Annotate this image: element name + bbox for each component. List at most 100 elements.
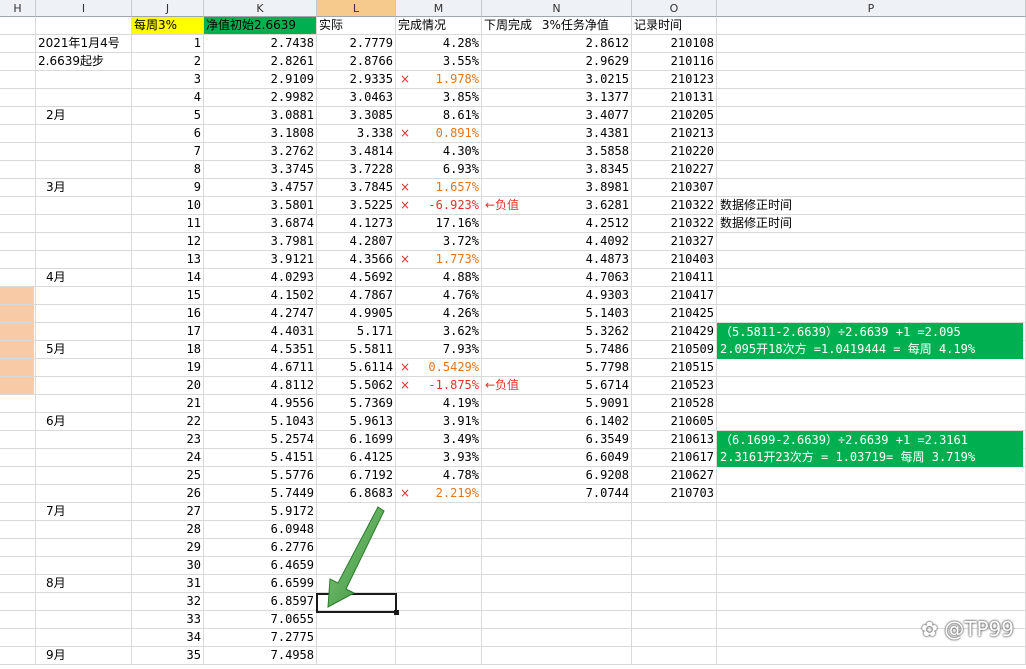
cell-k[interactable]: 5.2574 bbox=[204, 431, 317, 449]
negative-note-2[interactable]: ←负值 bbox=[485, 377, 519, 394]
cell-m[interactable]: × -6.923% bbox=[396, 197, 482, 215]
cell-l[interactable] bbox=[317, 629, 396, 647]
cell-l[interactable]: 6.1699 bbox=[317, 431, 396, 449]
cell-o[interactable]: 210205 bbox=[632, 107, 717, 125]
cell[interactable] bbox=[36, 197, 132, 215]
col-header-l[interactable]: L bbox=[317, 0, 396, 17]
cell-m[interactable]: 4.76% bbox=[396, 287, 482, 305]
cell-n[interactable] bbox=[482, 521, 632, 539]
cell-l[interactable]: 3.4814 bbox=[317, 143, 396, 161]
cell-j[interactable]: 12 bbox=[132, 233, 204, 251]
cell-k[interactable]: 2.7438 bbox=[204, 35, 317, 53]
cell-j[interactable]: 30 bbox=[132, 557, 204, 575]
cell-m[interactable]: × 1.773% bbox=[396, 251, 482, 269]
cell-n[interactable]: 3.0215 bbox=[482, 71, 632, 89]
cell-n[interactable]: 2.8612 bbox=[482, 35, 632, 53]
cell-o[interactable]: 210528 bbox=[632, 395, 717, 413]
cell-n[interactable]: 5.7798 bbox=[482, 359, 632, 377]
col-header-j[interactable]: J bbox=[132, 0, 204, 17]
cell-o[interactable]: 210227 bbox=[632, 161, 717, 179]
cell-n[interactable] bbox=[482, 539, 632, 557]
cell-o[interactable]: 210429 bbox=[632, 323, 717, 341]
cell-k[interactable]: 5.1043 bbox=[204, 413, 317, 431]
cell[interactable] bbox=[717, 143, 1026, 161]
cell[interactable] bbox=[0, 53, 36, 71]
cell-o[interactable]: 210617 bbox=[632, 449, 717, 467]
cell-m[interactable]: 4.28% bbox=[396, 35, 482, 53]
cell-n[interactable]: 5.7486 bbox=[482, 341, 632, 359]
cell-n[interactable]: 3.5858 bbox=[482, 143, 632, 161]
cell-j[interactable]: 31 bbox=[132, 575, 204, 593]
cell-l[interactable]: 4.3566 bbox=[317, 251, 396, 269]
cell-l[interactable]: 2.9335 bbox=[317, 71, 396, 89]
cell-k[interactable]: 7.2775 bbox=[204, 629, 317, 647]
cell[interactable] bbox=[717, 575, 1026, 593]
header-weekly-3pct[interactable]: 每周3% bbox=[132, 17, 204, 35]
cell-o[interactable]: 210322 bbox=[632, 197, 717, 215]
cell-m[interactable]: 17.16% bbox=[396, 215, 482, 233]
cell-o[interactable] bbox=[632, 593, 717, 611]
cell-l[interactable]: 5.7369 bbox=[317, 395, 396, 413]
cell-j[interactable]: 24 bbox=[132, 449, 204, 467]
header-initial-nav[interactable]: 净值初始2.6639 bbox=[204, 17, 317, 35]
cell[interactable] bbox=[717, 593, 1026, 611]
cell[interactable] bbox=[0, 557, 36, 575]
cell-o[interactable]: 210307 bbox=[632, 179, 717, 197]
cell-m[interactable] bbox=[396, 503, 482, 521]
cell-o[interactable]: 210322 bbox=[632, 215, 717, 233]
cell-j[interactable]: 18 bbox=[132, 341, 204, 359]
cell-n[interactable]: 4.2512 bbox=[482, 215, 632, 233]
cell[interactable] bbox=[0, 521, 36, 539]
cell[interactable] bbox=[36, 449, 132, 467]
cell[interactable] bbox=[717, 557, 1026, 575]
cell[interactable] bbox=[36, 431, 132, 449]
cell-m[interactable]: 4.26% bbox=[396, 305, 482, 323]
cell-j[interactable]: 10 bbox=[132, 197, 204, 215]
cell[interactable] bbox=[717, 125, 1026, 143]
cell[interactable] bbox=[36, 305, 132, 323]
cell-j[interactable]: 7 bbox=[132, 143, 204, 161]
cell-j[interactable]: 3 bbox=[132, 71, 204, 89]
cell[interactable] bbox=[717, 287, 1026, 305]
cell-o[interactable] bbox=[632, 647, 717, 665]
data-fix-note-1[interactable]: 数据修正时间 bbox=[720, 197, 792, 214]
cell-j[interactable]: 21 bbox=[132, 395, 204, 413]
cell[interactable] bbox=[0, 485, 36, 503]
cell-k[interactable]: 6.6599 bbox=[204, 575, 317, 593]
cell-m[interactable]: 3.85% bbox=[396, 89, 482, 107]
cell[interactable] bbox=[0, 233, 36, 251]
cell[interactable] bbox=[36, 539, 132, 557]
cell[interactable] bbox=[717, 377, 1026, 395]
cell-o[interactable] bbox=[632, 503, 717, 521]
cell-l[interactable]: 3.3085 bbox=[317, 107, 396, 125]
cell[interactable] bbox=[0, 377, 36, 395]
cell[interactable] bbox=[0, 611, 36, 629]
cell-m[interactable] bbox=[396, 593, 482, 611]
cell-j[interactable]: 17 bbox=[132, 323, 204, 341]
cell-k[interactable]: 6.2776 bbox=[204, 539, 317, 557]
cell-j[interactable]: 23 bbox=[132, 431, 204, 449]
cell-n[interactable]: 6.9208 bbox=[482, 467, 632, 485]
cell-m[interactable] bbox=[396, 539, 482, 557]
cell-l[interactable]: 5.5811 bbox=[317, 341, 396, 359]
note-start-nav[interactable]: 2.6639起步 bbox=[36, 53, 132, 71]
cell-l[interactable]: 6.8683 bbox=[317, 485, 396, 503]
cell-j[interactable]: 20 bbox=[132, 377, 204, 395]
cell-k[interactable]: 4.9556 bbox=[204, 395, 317, 413]
cell[interactable] bbox=[0, 449, 36, 467]
col-header-k[interactable]: K bbox=[204, 0, 317, 17]
month-feb[interactable]: 2月 bbox=[36, 107, 132, 125]
cell-j[interactable]: 6 bbox=[132, 125, 204, 143]
cell-m[interactable]: 3.49% bbox=[396, 431, 482, 449]
cell-l[interactable]: 3.7228 bbox=[317, 161, 396, 179]
cell-l[interactable]: 4.2807 bbox=[317, 233, 396, 251]
cell-j[interactable]: 1 bbox=[132, 35, 204, 53]
cell-j[interactable]: 8 bbox=[132, 161, 204, 179]
cell[interactable] bbox=[717, 17, 1026, 35]
month-jul[interactable]: 7月 bbox=[36, 503, 132, 521]
cell[interactable] bbox=[36, 395, 132, 413]
cell[interactable] bbox=[0, 323, 36, 341]
cell-j[interactable]: 2 bbox=[132, 53, 204, 71]
note-start-date[interactable]: 2021年1月4号 bbox=[36, 35, 132, 53]
cell-m[interactable]: × -1.875% bbox=[396, 377, 482, 395]
